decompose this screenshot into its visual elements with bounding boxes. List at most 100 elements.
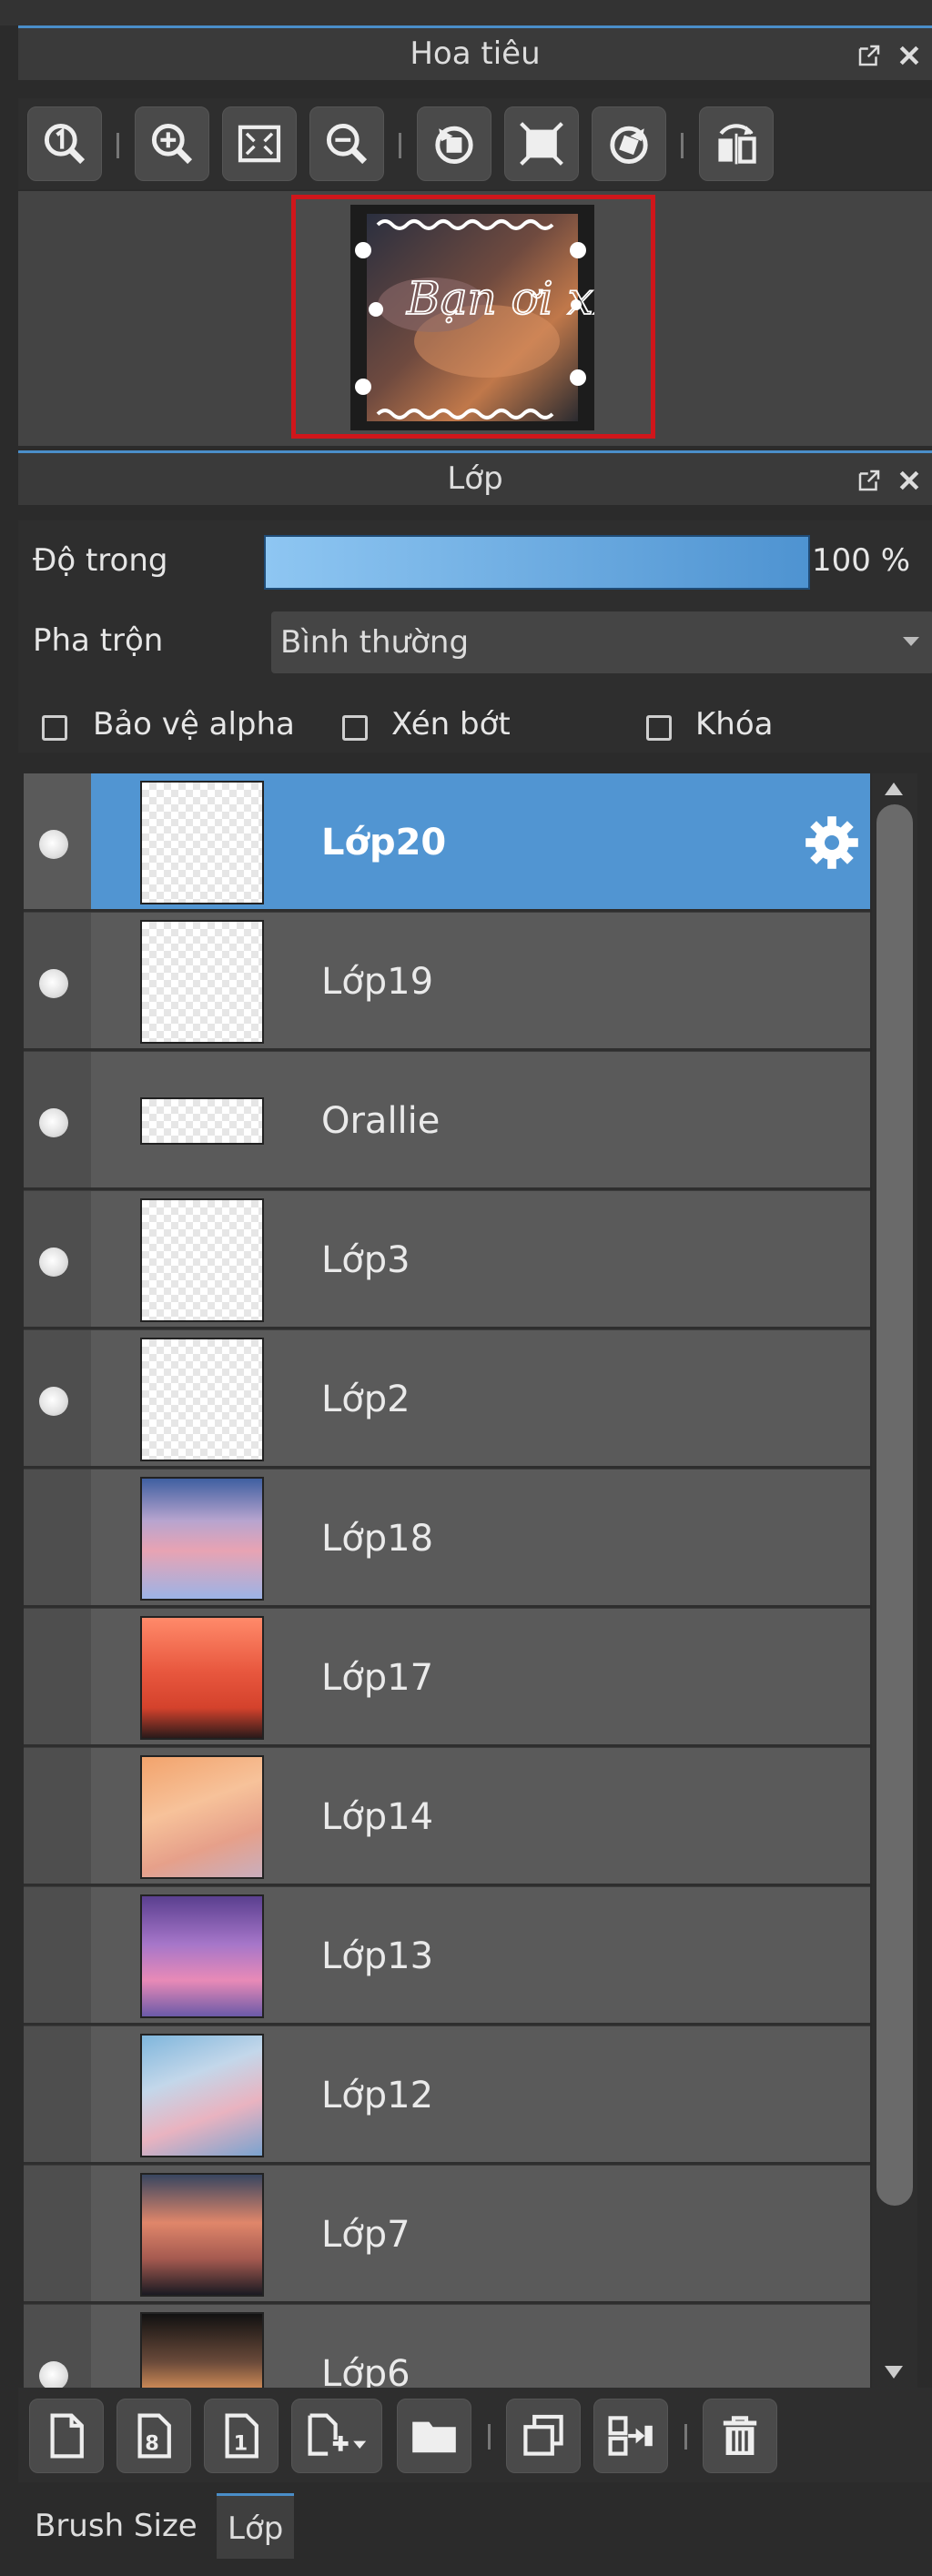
visibility-toggle[interactable] — [24, 913, 91, 1048]
new-1bit-layer-button[interactable]: 1 — [204, 2399, 279, 2473]
layer-name: Lớp20 — [321, 822, 447, 864]
visibility-toggle[interactable] — [24, 2026, 91, 2162]
layer-row[interactable]: Lớp12 — [24, 2026, 870, 2165]
layer-name: Lớp13 — [321, 1935, 434, 1977]
layer-thumbnail — [140, 1894, 264, 2018]
scroll-up-arrow-icon[interactable] — [885, 783, 903, 795]
navigator-panel-header: Hoa tiêu — [18, 25, 932, 80]
visibility-toggle[interactable] — [24, 1887, 91, 2023]
layer-name: Lớp12 — [321, 2075, 434, 2116]
tab-layer[interactable]: Lớp — [217, 2493, 295, 2559]
delete-layer-button[interactable] — [703, 2399, 777, 2473]
visibility-toggle[interactable] — [24, 1191, 91, 1327]
svg-text:1: 1 — [234, 2431, 248, 2455]
layer-panel-header: Lớp — [18, 450, 932, 505]
zoom-actual-size-button[interactable] — [27, 106, 102, 181]
fit-screen-button[interactable] — [222, 106, 297, 181]
layer-panel-title: Lớp — [447, 460, 503, 497]
layer-thumbnail — [140, 2173, 264, 2297]
visibility-dot-icon — [39, 969, 68, 998]
lock-label: Khóa — [695, 706, 774, 742]
layer-thumbnail — [140, 2034, 264, 2157]
duplicate-layer-button[interactable] — [506, 2399, 581, 2473]
navigator-preview-area[interactable]: Bạn ơi xx — [18, 191, 932, 446]
fit-screen-icon — [238, 125, 281, 163]
reset-view-button[interactable] — [504, 106, 579, 181]
protect-alpha-checkbox[interactable] — [42, 715, 67, 741]
add-layer-dropdown-icon — [308, 2413, 367, 2456]
visibility-toggle[interactable] — [24, 1330, 91, 1466]
layer-row[interactable]: Lớp6 — [24, 2305, 870, 2388]
layer-thumbnail — [140, 2312, 264, 2388]
lock-checkbox[interactable] — [646, 715, 672, 741]
zoom-in-button[interactable] — [135, 106, 209, 181]
visibility-dot-icon — [39, 1387, 68, 1416]
layer-1bit-icon: 1 — [225, 2413, 258, 2459]
visibility-toggle[interactable] — [24, 773, 91, 909]
close-icon[interactable] — [896, 42, 923, 69]
merge-down-button[interactable] — [593, 2399, 668, 2473]
clip-checkbox[interactable] — [342, 715, 368, 741]
scrollbar-thumb[interactable] — [876, 804, 913, 2206]
new-8bit-layer-button[interactable]: 8 — [116, 2399, 191, 2473]
layer-row[interactable]: Lớp17 — [24, 1609, 870, 1747]
layer-row[interactable]: Lớp2 — [24, 1330, 870, 1469]
zoom-out-icon — [326, 123, 368, 165]
visibility-toggle[interactable] — [24, 1052, 91, 1187]
flip-horizontal-icon — [718, 124, 756, 165]
zoom-out-button[interactable] — [309, 106, 384, 181]
toolbar-divider — [399, 133, 401, 158]
visibility-toggle[interactable] — [24, 1609, 91, 1744]
visibility-dot-icon — [39, 1108, 68, 1137]
layer-8bit-icon: 8 — [137, 2413, 171, 2459]
scroll-down-arrow-icon[interactable] — [885, 2366, 903, 2379]
top-strip — [0, 0, 932, 25]
visibility-toggle[interactable] — [24, 1470, 91, 1605]
layer-list[interactable]: Lớp20 Lớp19 Orallie Lớp3 Lớp2 Lớp18 Lớp17 Lớp14… — [24, 773, 870, 2388]
blend-mode-value: Bình thường — [280, 624, 470, 661]
new-folder-button[interactable] — [397, 2399, 471, 2473]
popout-icon[interactable] — [856, 467, 883, 494]
layer-list-scrollbar[interactable] — [872, 773, 917, 2388]
opacity-slider[interactable] — [264, 535, 810, 590]
clip-label: Xén bớt — [391, 706, 511, 742]
layer-row[interactable]: Orallie — [24, 1052, 870, 1190]
layer-controls: Độ trong 100 % Pha trộn Bình thường Bảo … — [18, 520, 932, 753]
layer-row[interactable]: Lớp20 — [24, 773, 870, 912]
layer-name: Lớp18 — [321, 1518, 434, 1560]
layer-row[interactable]: Lớp3 — [24, 1191, 870, 1329]
rotate-left-icon — [435, 126, 473, 165]
layer-row[interactable]: Lớp7 — [24, 2166, 870, 2304]
blend-mode-select[interactable]: Bình thường — [271, 611, 932, 673]
layer-thumbnail — [140, 1755, 264, 1879]
add-layer-menu-button[interactable] — [291, 2399, 382, 2473]
layer-row[interactable]: Lớp14 — [24, 1748, 870, 1886]
layer-name: Lớp3 — [321, 1239, 410, 1281]
zoom-one-icon — [44, 123, 86, 165]
layer-row[interactable]: Lớp13 — [24, 1887, 870, 2025]
layer-row[interactable]: Lớp18 — [24, 1470, 870, 1608]
rotate-left-button[interactable] — [417, 106, 491, 181]
visibility-toggle[interactable] — [24, 2305, 91, 2388]
zoom-in-icon — [151, 123, 193, 165]
toolbar-divider — [488, 2424, 491, 2450]
layer-name: Lớp7 — [321, 2214, 410, 2256]
popout-icon[interactable] — [856, 42, 883, 69]
visibility-toggle[interactable] — [24, 2166, 91, 2301]
rotate-right-button[interactable] — [592, 106, 666, 181]
layer-row[interactable]: Lớp19 — [24, 913, 870, 1051]
flip-horizontal-button[interactable] — [699, 106, 774, 181]
layer-thumbnail — [140, 781, 264, 904]
new-layer-button[interactable] — [29, 2399, 104, 2473]
navigator-view-frame[interactable]: Bạn ơi xx — [291, 195, 655, 439]
tab-brush-size[interactable]: Brush Size — [24, 2493, 208, 2559]
layer-thumbnail — [140, 1477, 264, 1601]
layer-settings-gear-icon[interactable] — [803, 813, 861, 872]
layer-thumbnail — [140, 1198, 264, 1322]
visibility-dot-icon — [39, 2361, 68, 2388]
visibility-toggle[interactable] — [24, 1748, 91, 1884]
layer-thumbnail — [140, 1097, 264, 1145]
chevron-down-icon — [903, 637, 919, 646]
close-icon[interactable] — [896, 467, 923, 494]
navigator-toolbar — [18, 98, 932, 189]
